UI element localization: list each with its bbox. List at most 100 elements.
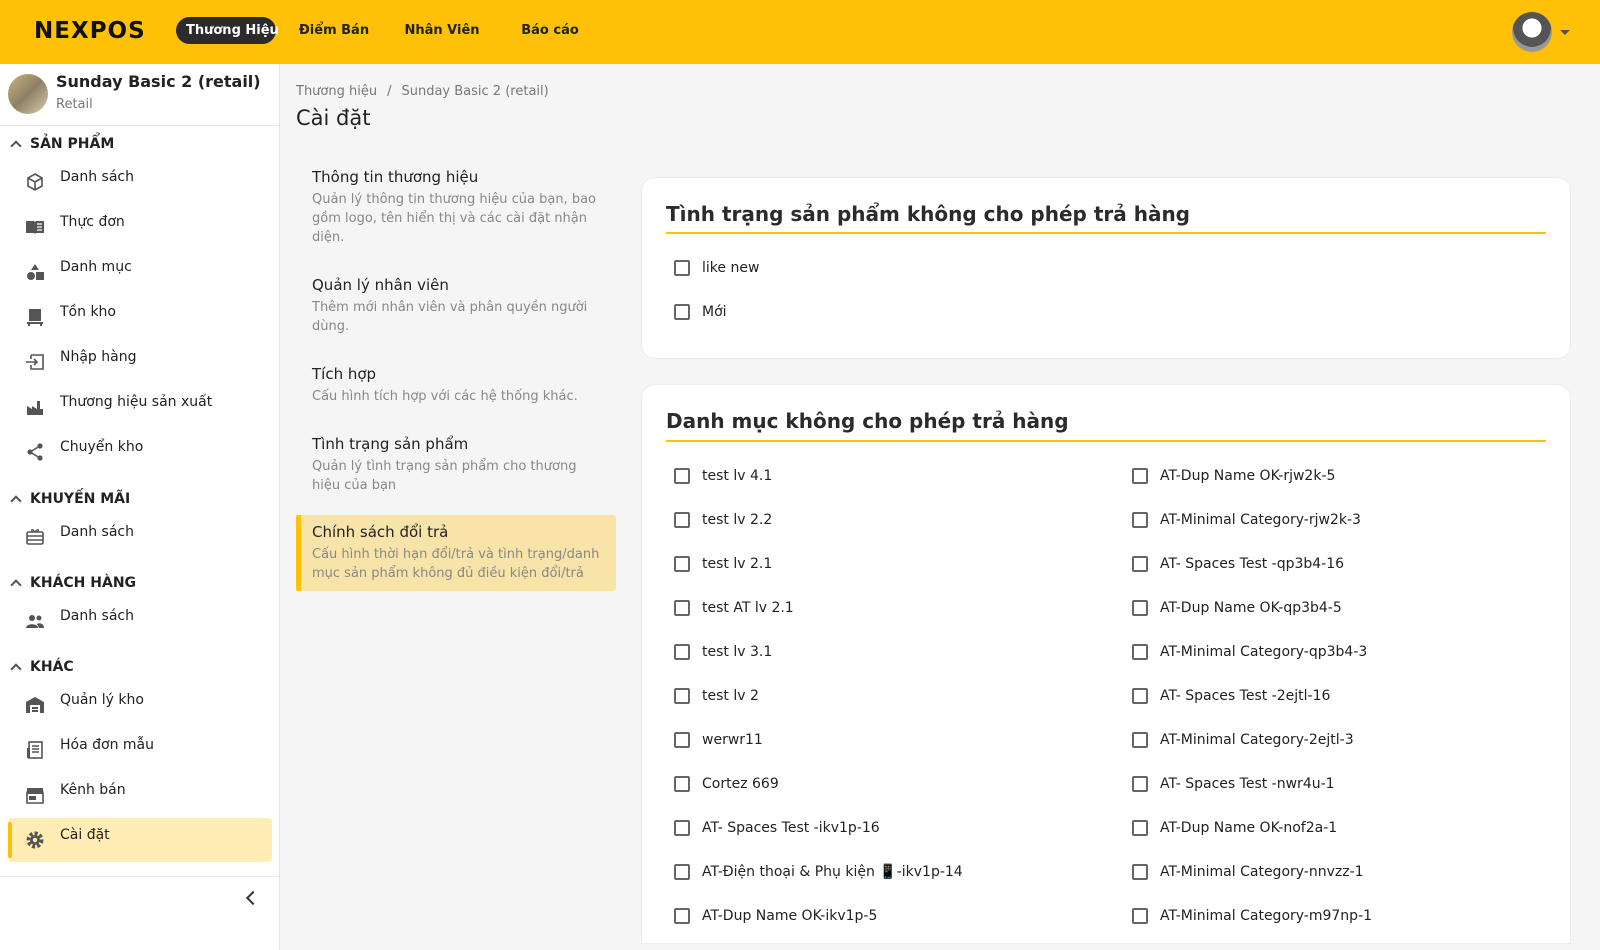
category-option[interactable]: AT-Minimal Category-rjw2k-3 <box>1132 512 1361 528</box>
sidebar-item-label: Kênh bán <box>60 782 126 798</box>
checkbox[interactable] <box>674 732 690 748</box>
checkbox[interactable] <box>1132 776 1148 792</box>
category-option[interactable]: AT- Spaces Test -2ejtl-16 <box>1132 688 1330 704</box>
sidebar-item-invoice-template[interactable]: Hóa đơn mẫu <box>8 728 272 772</box>
checkbox[interactable] <box>674 512 690 528</box>
input-arrow-icon <box>24 351 46 373</box>
category-option[interactable]: AT- Spaces Test -ikv1p-16 <box>674 820 880 836</box>
category-option[interactable]: werwr11 <box>674 732 763 748</box>
settings-nav-title: Tích hợp <box>312 365 377 383</box>
checkbox[interactable] <box>674 864 690 880</box>
sidebar-item-label: Hóa đơn mẫu <box>60 737 154 753</box>
checkbox[interactable] <box>1132 600 1148 616</box>
category-option[interactable]: AT-Dup Name OK-qp3b4-5 <box>1132 600 1342 616</box>
category-option[interactable]: AT-Điện thoại & Phụ kiện 📱-ikv1p-14 <box>674 864 963 880</box>
user-menu[interactable] <box>1512 12 1570 52</box>
sidebar-item-import[interactable]: Nhập hàng <box>8 340 272 384</box>
category-option[interactable]: AT-Minimal Category-2ejtl-3 <box>1132 732 1354 748</box>
category-option[interactable]: AT-Minimal Category-nnvzz-1 <box>1132 864 1364 880</box>
sidebar-item-inventory[interactable]: Tồn kho <box>8 295 272 339</box>
chevron-up-icon <box>10 495 22 507</box>
category-option[interactable]: test AT lv 2.1 <box>674 600 794 616</box>
checkbox[interactable] <box>674 600 690 616</box>
category-option[interactable]: Cortez 669 <box>674 776 779 792</box>
nav-brand[interactable]: Thương Hiệu <box>176 17 279 44</box>
settings-nav-integration[interactable]: Tích hợp Cấu hình tích hợp với các hệ th… <box>296 357 616 414</box>
sidebar-item-sales-channel[interactable]: Kênh bán <box>8 773 272 817</box>
section-customers[interactable]: KHÁCH HÀNG <box>10 575 136 591</box>
settings-nav-product-condition[interactable]: Tình trạng sản phẩm Quản lý tình trạng s… <box>296 427 616 503</box>
checkbox[interactable] <box>1132 468 1148 484</box>
checkbox[interactable] <box>1132 820 1148 836</box>
sidebar-item-product-list[interactable]: Danh sách <box>8 160 272 204</box>
checkbox[interactable] <box>674 260 690 276</box>
nav-store[interactable]: Điểm Bán <box>284 17 384 44</box>
sidebar-item-label: Cài đặt <box>60 827 110 843</box>
sidebar-item-customer-list[interactable]: Danh sách <box>8 599 272 643</box>
condition-option[interactable]: Mới <box>674 304 727 320</box>
category-option[interactable]: test lv 2.1 <box>674 556 772 572</box>
nexpos-logo[interactable]: NEXPOS <box>34 18 146 44</box>
card-title: Danh mục không cho phép trả hàng <box>666 409 1069 433</box>
gear-icon <box>24 829 46 851</box>
sidebar-item-warehouse[interactable]: Quản lý kho <box>8 683 272 727</box>
checkbox[interactable] <box>674 304 690 320</box>
nav-staff[interactable]: Nhân Viên <box>392 17 492 44</box>
checkbox[interactable] <box>674 776 690 792</box>
settings-nav-staff[interactable]: Quản lý nhân viên Thêm mới nhân viên và … <box>296 268 616 344</box>
settings-nav-brand-info[interactable]: Thông tin thương hiệu Quản lý thông tin … <box>296 160 616 255</box>
factory-icon <box>24 396 46 418</box>
breadcrumb-link-brand[interactable]: Thương hiệu <box>296 84 377 99</box>
checkbox[interactable] <box>1132 556 1148 572</box>
checkbox[interactable] <box>674 468 690 484</box>
sidebar-item-label: Tồn kho <box>60 304 116 320</box>
shapes-icon <box>24 261 46 283</box>
sidebar-item-menu[interactable]: Thực đơn <box>8 205 272 249</box>
category-option[interactable]: AT-Dup Name OK-rjw2k-5 <box>1132 468 1335 484</box>
sidebar-item-categories[interactable]: Danh mục <box>8 250 272 294</box>
category-option[interactable]: AT-Dup Name OK-nof2a-1 <box>1132 820 1337 836</box>
category-option[interactable]: AT-Minimal Category-qp3b4-3 <box>1132 644 1367 660</box>
checkbox[interactable] <box>674 908 690 924</box>
section-title: KHUYẾN MÃI <box>30 491 131 507</box>
checkbox[interactable] <box>1132 688 1148 704</box>
checkbox[interactable] <box>674 688 690 704</box>
checkbox[interactable] <box>674 644 690 660</box>
checkbox[interactable] <box>1132 644 1148 660</box>
section-promotions[interactable]: KHUYẾN MÃI <box>10 491 131 507</box>
checkbox[interactable] <box>1132 864 1148 880</box>
sidebar-item-label: Quản lý kho <box>60 692 144 708</box>
collapse-sidebar-button[interactable] <box>243 890 259 906</box>
category-option[interactable]: AT-Dup Name OK-ikv1p-5 <box>674 908 877 924</box>
settings-nav-desc: Quản lý thông tin thương hiệu của bạn, b… <box>312 192 596 245</box>
section-other[interactable]: KHÁC <box>10 659 74 675</box>
checkbox[interactable] <box>1132 512 1148 528</box>
settings-nav-return-policy[interactable]: Chính sách đổi trả Cấu hình thời hạn đổi… <box>296 515 616 591</box>
breadcrumb: Thương hiệu / Sunday Basic 2 (retail) <box>296 84 549 99</box>
card-underline <box>666 232 1546 234</box>
category-option[interactable]: test lv 2.2 <box>674 512 772 528</box>
category-option[interactable]: AT- Spaces Test -nwr4u-1 <box>1132 776 1335 792</box>
checkbox[interactable] <box>674 820 690 836</box>
sidebar-item-manufacturer[interactable]: Thương hiệu sản xuất <box>8 385 272 429</box>
user-avatar <box>1512 12 1552 52</box>
condition-option[interactable]: like new <box>674 260 759 276</box>
sidebar-item-settings[interactable]: Cài đặt <box>8 818 272 862</box>
section-products[interactable]: SẢN PHẨM <box>10 136 114 152</box>
category-option[interactable]: test lv 2 <box>674 688 759 704</box>
settings-nav-title: Thông tin thương hiệu <box>312 168 479 186</box>
category-option[interactable]: AT-Minimal Category-m97np-1 <box>1132 908 1372 924</box>
storefront-icon <box>24 784 46 806</box>
category-option[interactable]: test lv 4.1 <box>674 468 772 484</box>
main-nav: Thương Hiệu Điểm Bán Nhân Viên Báo cáo <box>176 17 600 44</box>
checkbox[interactable] <box>1132 908 1148 924</box>
nav-reports[interactable]: Báo cáo <box>500 17 600 44</box>
sidebar-item-promotion-list[interactable]: Danh sách <box>8 515 272 559</box>
category-option[interactable]: AT- Spaces Test -qp3b4-16 <box>1132 556 1344 572</box>
checkbox[interactable] <box>674 556 690 572</box>
breadcrumb-current: Sunday Basic 2 (retail) <box>401 84 549 99</box>
checkbox[interactable] <box>1132 732 1148 748</box>
section-title: KHÁC <box>30 659 74 675</box>
category-option[interactable]: test lv 3.1 <box>674 644 772 660</box>
sidebar-item-transfer[interactable]: Chuyển kho <box>8 430 272 474</box>
